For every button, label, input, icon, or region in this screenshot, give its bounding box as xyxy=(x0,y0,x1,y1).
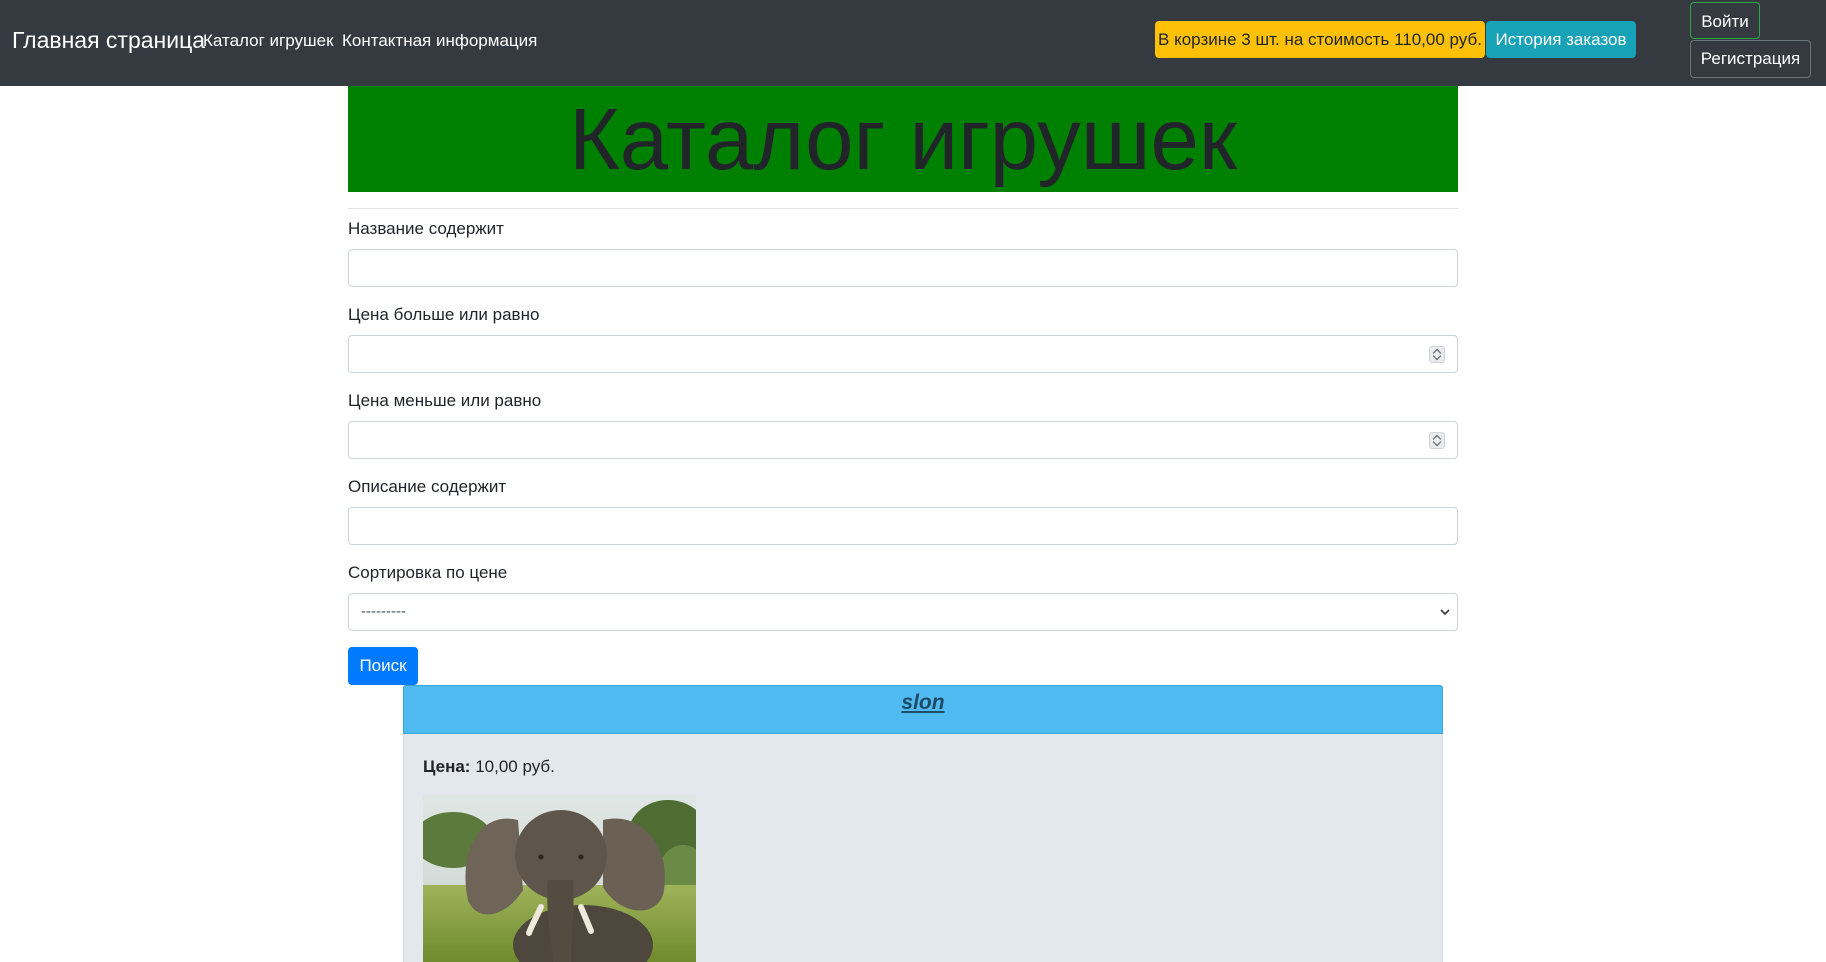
register-button[interactable]: Регистрация xyxy=(1690,40,1811,78)
description-filter-input[interactable] xyxy=(348,507,1458,545)
name-filter-label: Название содержит xyxy=(348,219,504,238)
sort-select-value: --------- xyxy=(361,603,406,620)
login-button[interactable]: Войти xyxy=(1690,2,1760,39)
price-min-input[interactable] xyxy=(348,335,1458,373)
price-label: Цена: xyxy=(423,757,471,776)
number-spinner-icon[interactable] xyxy=(1429,432,1445,449)
number-spinner-icon[interactable] xyxy=(1429,346,1445,363)
product-card-header: slon xyxy=(403,685,1443,734)
description-filter-label: Описание содержит xyxy=(348,477,507,496)
elephant-photo xyxy=(423,795,696,962)
top-navbar: Главная страница Каталог игрушек Контакт… xyxy=(0,0,1826,86)
product-price: Цена: 10,00 руб. xyxy=(423,756,555,778)
sort-select[interactable]: --------- xyxy=(348,593,1458,631)
cart-status-badge[interactable]: В корзине 3 шт. на стоимость 110,00 руб. xyxy=(1155,21,1485,58)
name-filter-input[interactable] xyxy=(348,249,1458,287)
price-max-input[interactable] xyxy=(348,421,1458,459)
nav-link-catalog[interactable]: Каталог игрушек xyxy=(203,30,334,52)
product-title-link[interactable]: slon xyxy=(404,688,1442,718)
sort-label: Сортировка по цене xyxy=(348,563,508,582)
price-min-label: Цена больше или равно xyxy=(348,305,540,324)
price-max-label: Цена меньше или равно xyxy=(348,391,542,410)
product-image[interactable] xyxy=(423,795,696,962)
price-value: 10,00 руб. xyxy=(470,757,555,776)
page-title: Каталог игрушек xyxy=(569,91,1237,188)
brand-link[interactable]: Главная страница xyxy=(12,26,205,54)
catalog-banner: Каталог игрушек xyxy=(348,86,1458,192)
divider xyxy=(348,208,1458,209)
search-button[interactable]: Поиск xyxy=(348,647,418,685)
order-history-button[interactable]: История заказов xyxy=(1486,21,1636,58)
nav-link-contacts[interactable]: Контактная информация xyxy=(342,30,537,52)
chevron-down-icon xyxy=(1440,609,1450,616)
